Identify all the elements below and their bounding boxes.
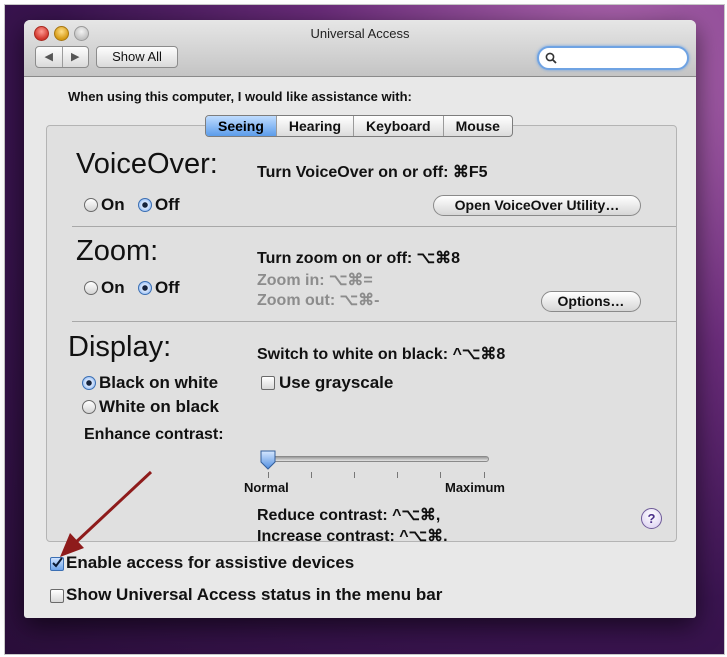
display-title: Display: bbox=[68, 331, 172, 363]
universal-access-window: Universal Access ◀ ▶ Show All When using… bbox=[24, 20, 696, 618]
voiceover-on-label: On bbox=[101, 195, 125, 214]
slider-tick bbox=[397, 472, 398, 478]
enable-assistive-devices-checkbox[interactable] bbox=[50, 557, 64, 571]
slider-tick bbox=[268, 472, 269, 478]
zoom-out-shortcut: Zoom out: ⌥⌘- bbox=[257, 292, 380, 309]
zoom-in-shortcut: Zoom in: ⌥⌘= bbox=[257, 272, 373, 289]
back-arrow-icon[interactable]: ◀ bbox=[36, 47, 63, 67]
tab-seeing[interactable]: Seeing bbox=[206, 116, 276, 136]
display-shortcut: Switch to white on black: ^⌥⌘8 bbox=[257, 346, 506, 363]
voiceover-title: VoiceOver: bbox=[76, 148, 218, 180]
white-on-black-radio[interactable] bbox=[82, 400, 96, 414]
voiceover-off-label: Off bbox=[155, 195, 180, 214]
tab-keyboard[interactable]: Keyboard bbox=[353, 116, 443, 136]
help-button[interactable]: ? bbox=[641, 508, 662, 529]
enhance-contrast-slider[interactable] bbox=[268, 456, 489, 462]
enable-assistive-devices-label: Enable access for assistive devices bbox=[66, 553, 355, 572]
search-icon bbox=[545, 52, 557, 64]
white-on-black-label: White on black bbox=[99, 397, 219, 416]
zoom-on-label: On bbox=[101, 278, 125, 297]
assistance-heading: When using this computer, I would like a… bbox=[68, 89, 412, 104]
reduce-contrast-shortcut: Reduce contrast: ^⌥⌘, bbox=[257, 507, 441, 524]
open-voiceover-utility-button[interactable]: Open VoiceOver Utility… bbox=[433, 195, 641, 216]
show-status-menu-bar-label: Show Universal Access status in the menu… bbox=[66, 585, 443, 604]
contrast-min-label: Normal bbox=[244, 480, 289, 495]
show-status-menu-bar-checkbox[interactable] bbox=[50, 589, 64, 603]
slider-thumb-icon[interactable] bbox=[260, 450, 276, 470]
zoom-on-radio[interactable] bbox=[84, 281, 98, 295]
voiceover-off-radio[interactable] bbox=[138, 198, 152, 212]
contrast-max-label: Maximum bbox=[445, 480, 505, 495]
zoom-off-label: Off bbox=[155, 278, 180, 297]
slider-tick bbox=[440, 472, 441, 478]
search-field[interactable] bbox=[537, 46, 689, 70]
voiceover-on-radio[interactable] bbox=[84, 198, 98, 212]
enhance-contrast-label: Enhance contrast: bbox=[84, 426, 224, 443]
slider-tick bbox=[484, 472, 485, 478]
show-all-button[interactable]: Show All bbox=[96, 46, 178, 68]
black-on-white-label: Black on white bbox=[99, 373, 219, 392]
slider-tick bbox=[354, 472, 355, 478]
section-divider bbox=[72, 321, 676, 322]
zoom-off-radio[interactable] bbox=[138, 281, 152, 295]
back-forward-control: ◀ ▶ bbox=[35, 46, 89, 68]
checkmark-icon bbox=[52, 557, 63, 568]
black-on-white-radio[interactable] bbox=[82, 376, 96, 390]
zoom-title: Zoom: bbox=[76, 235, 159, 267]
increase-contrast-shortcut: Increase contrast: ^⌥⌘. bbox=[257, 528, 448, 545]
zoom-shortcut: Turn zoom on or off: ⌥⌘8 bbox=[257, 250, 460, 267]
use-grayscale-label: Use grayscale bbox=[279, 373, 394, 392]
slider-tick bbox=[311, 472, 312, 478]
category-tabs: Seeing Hearing Keyboard Mouse bbox=[205, 115, 513, 137]
title-bar: Universal Access ◀ ▶ Show All bbox=[24, 20, 696, 77]
voiceover-shortcut: Turn VoiceOver on or off: ⌘F5 bbox=[257, 164, 488, 181]
window-title: Universal Access bbox=[310, 26, 410, 41]
use-grayscale-checkbox[interactable] bbox=[261, 376, 275, 390]
zoom-options-button[interactable]: Options… bbox=[541, 291, 641, 312]
tab-hearing[interactable]: Hearing bbox=[275, 116, 353, 136]
section-divider bbox=[72, 226, 676, 227]
forward-arrow-icon[interactable]: ▶ bbox=[63, 47, 89, 67]
tab-mouse[interactable]: Mouse bbox=[442, 116, 512, 136]
